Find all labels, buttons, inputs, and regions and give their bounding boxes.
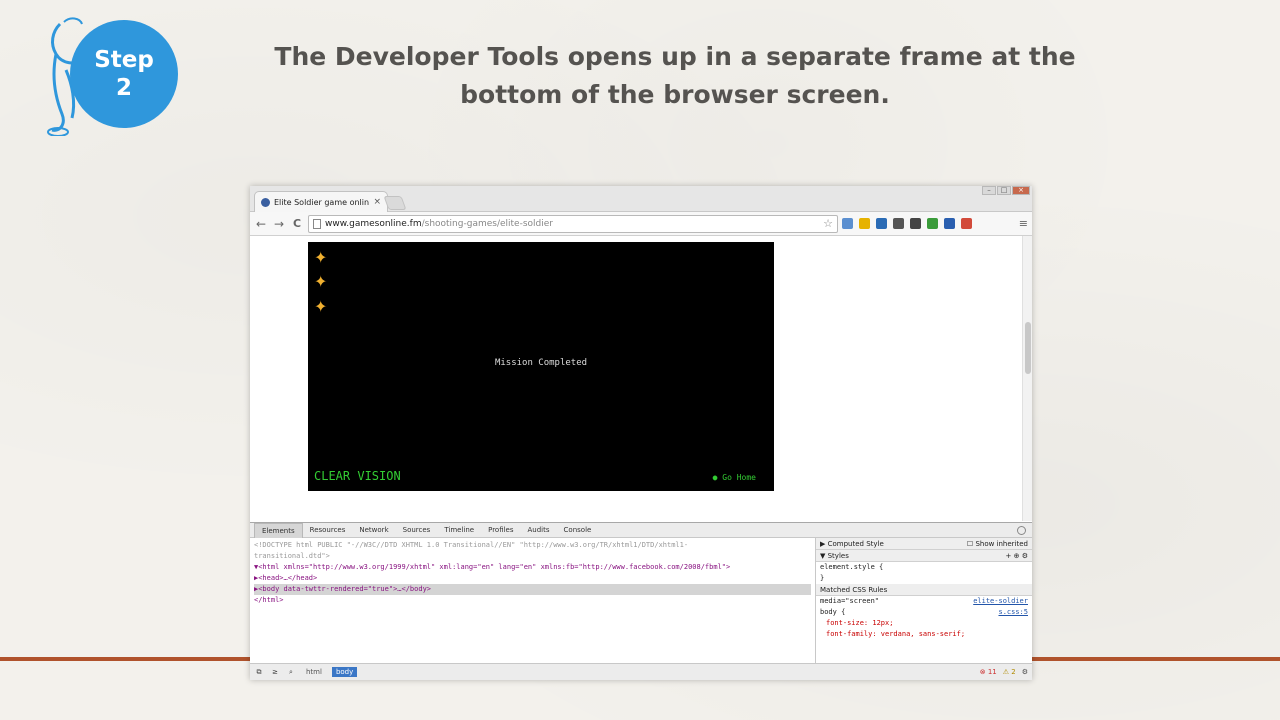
matched-rules-label: Matched CSS Rules [820, 586, 888, 594]
error-count[interactable]: ⊗ 11 [980, 668, 997, 676]
tab-audits[interactable]: Audits [521, 523, 557, 538]
tab-elements[interactable]: Elements [254, 522, 303, 538]
browser-tab[interactable]: Elite Soldier game online × [254, 191, 388, 212]
tab-timeline[interactable]: Timeline [437, 523, 481, 538]
extension-icon[interactable] [961, 218, 972, 229]
tab-resources[interactable]: Resources [303, 523, 353, 538]
minimize-button[interactable]: – [982, 186, 996, 195]
star-icon: ✦ [314, 297, 328, 316]
media-row: media="screen" elite-soldier [816, 596, 1032, 607]
devtools-footer: ⧉ ≥ ⌕ html body ⊗ 11 ⚠ 2 ⚙ [250, 663, 1032, 680]
media-source-link[interactable]: elite-soldier [973, 596, 1028, 607]
css-property[interactable]: font-family: verdana, sans-serif; [816, 629, 1032, 640]
warning-count-value: 2 [1011, 668, 1016, 676]
star-icon: ✦ [314, 248, 328, 267]
footer-status: ⊗ 11 ⚠ 2 ⚙ [980, 668, 1028, 676]
reload-button[interactable]: C [290, 217, 304, 230]
dom-line[interactable]: transitional.dtd"> [254, 551, 811, 562]
dom-line[interactable]: </html> [254, 595, 811, 606]
page-scrollbar[interactable] [1022, 236, 1032, 521]
page-content: ✦ ✦ ✦ Mission Completed CLEAR VISION Go … [250, 236, 1032, 521]
extension-icon[interactable] [859, 218, 870, 229]
extension-icon[interactable] [842, 218, 853, 229]
extension-icon[interactable] [876, 218, 887, 229]
style-rule-end: } [816, 573, 1032, 584]
step-number: 2 [115, 75, 132, 101]
url-path: /shooting-games/elite-soldier [421, 218, 553, 229]
browser-window: Elite Soldier game online × – □ × ← → C … [250, 186, 1032, 680]
styles-pane: ▶ Computed Style ☐ Show inherited ▼ Styl… [816, 538, 1032, 664]
show-inherited-label: Show inherited [975, 540, 1028, 548]
dom-line[interactable]: ▼<html xmlns="http://www.w3.org/1999/xht… [254, 562, 811, 573]
dom-line[interactable]: <!DOCTYPE html PUBLIC "-//W3C//DTD XHTML… [254, 540, 811, 551]
bookmark-star-icon[interactable]: ☆ [823, 217, 833, 230]
step-badge: Step 2 [70, 20, 178, 128]
page-icon [313, 218, 321, 229]
browser-toolbar: ← → C www.gamesonline.fm/shooting-games/… [250, 212, 1032, 236]
style-rule: element.style { [816, 562, 1032, 573]
element-style-selector: element.style { [820, 563, 884, 571]
menu-icon[interactable]: ≡ [1019, 217, 1028, 230]
show-inherited-checkbox[interactable]: ☐ Show inherited [967, 538, 1028, 549]
back-button[interactable]: ← [254, 217, 268, 231]
devtools-tabs: Elements Resources Network Sources Timel… [250, 522, 1032, 538]
tab-sources[interactable]: Sources [396, 523, 438, 538]
styles-label: ▼ Styles [820, 552, 849, 560]
forward-button[interactable]: → [272, 217, 286, 231]
breadcrumb-body[interactable]: body [331, 667, 358, 677]
address-bar[interactable]: www.gamesonline.fm/shooting-games/elite-… [308, 214, 838, 233]
css-source-link[interactable]: s.css:5 [998, 607, 1028, 618]
new-tab-button[interactable] [383, 196, 407, 210]
breadcrumb-html[interactable]: html [302, 667, 326, 677]
star-icon: ✦ [314, 272, 328, 291]
warning-count[interactable]: ⚠ 2 [1003, 668, 1016, 676]
devtools-close-icon[interactable] [1017, 525, 1026, 535]
devtools-panel: Elements Resources Network Sources Timel… [250, 522, 1032, 680]
close-brace: } [820, 574, 825, 582]
extension-icon[interactable] [927, 218, 938, 229]
error-count-value: 11 [987, 668, 997, 676]
url-host: www.gamesonline.fm [325, 218, 422, 229]
settings-gear-icon[interactable]: ⚙ [1022, 668, 1028, 676]
close-window-button[interactable]: × [1012, 186, 1030, 195]
scroll-thumb[interactable] [1025, 322, 1031, 374]
game-canvas[interactable]: ✦ ✦ ✦ Mission Completed CLEAR VISION Go … [308, 242, 774, 491]
extension-icon[interactable] [944, 218, 955, 229]
search-icon[interactable]: ⌕ [286, 668, 296, 677]
favicon-icon [261, 197, 270, 207]
console-toggle-icon[interactable]: ≥ [270, 668, 280, 676]
computed-style-header[interactable]: ▶ Computed Style ☐ Show inherited [816, 538, 1032, 550]
tab-profiles[interactable]: Profiles [481, 523, 520, 538]
mission-message: Mission Completed [494, 358, 588, 368]
extension-icons [842, 218, 972, 229]
tab-console[interactable]: Console [557, 523, 599, 538]
dom-line-selected[interactable]: ▶<body data-twttr-rendered="true">…</bod… [254, 584, 811, 595]
devtools-body: <!DOCTYPE html PUBLIC "-//W3C//DTD XHTML… [250, 538, 1032, 664]
tab-network[interactable]: Network [352, 523, 395, 538]
styles-actions-icon[interactable]: + ⊕ ⚙ [1006, 550, 1028, 561]
tab-close-icon[interactable]: × [373, 197, 381, 207]
brand-label: CLEAR VISION [314, 469, 401, 483]
styles-header[interactable]: ▼ Styles + ⊕ ⚙ [816, 550, 1032, 562]
maximize-button[interactable]: □ [997, 186, 1011, 195]
tab-title: Elite Soldier game online [274, 197, 370, 207]
dom-tree: <!DOCTYPE html PUBLIC "-//W3C//DTD XHTML… [250, 538, 816, 664]
computed-style-label: ▶ Computed Style [820, 540, 884, 548]
selector-row: body { s.css:5 [816, 607, 1032, 618]
dock-icon[interactable]: ⧉ [254, 668, 264, 677]
matched-rules-header: Matched CSS Rules [816, 584, 1032, 596]
slide-title: The Developer Tools opens up in a separa… [274, 42, 1076, 109]
css-property[interactable]: font-size: 12px; [816, 618, 1032, 629]
go-home-link[interactable]: Go Home [713, 473, 756, 482]
extension-icon[interactable] [893, 218, 904, 229]
browser-titlebar: Elite Soldier game online × – □ × [250, 186, 1032, 212]
window-controls: – □ × [982, 186, 1030, 195]
step-word: Step [94, 47, 154, 73]
media-query: media="screen" [820, 597, 880, 605]
extension-icon[interactable] [910, 218, 921, 229]
dom-line[interactable]: ▶<head>…</head> [254, 573, 811, 584]
css-selector: body { [820, 608, 846, 616]
